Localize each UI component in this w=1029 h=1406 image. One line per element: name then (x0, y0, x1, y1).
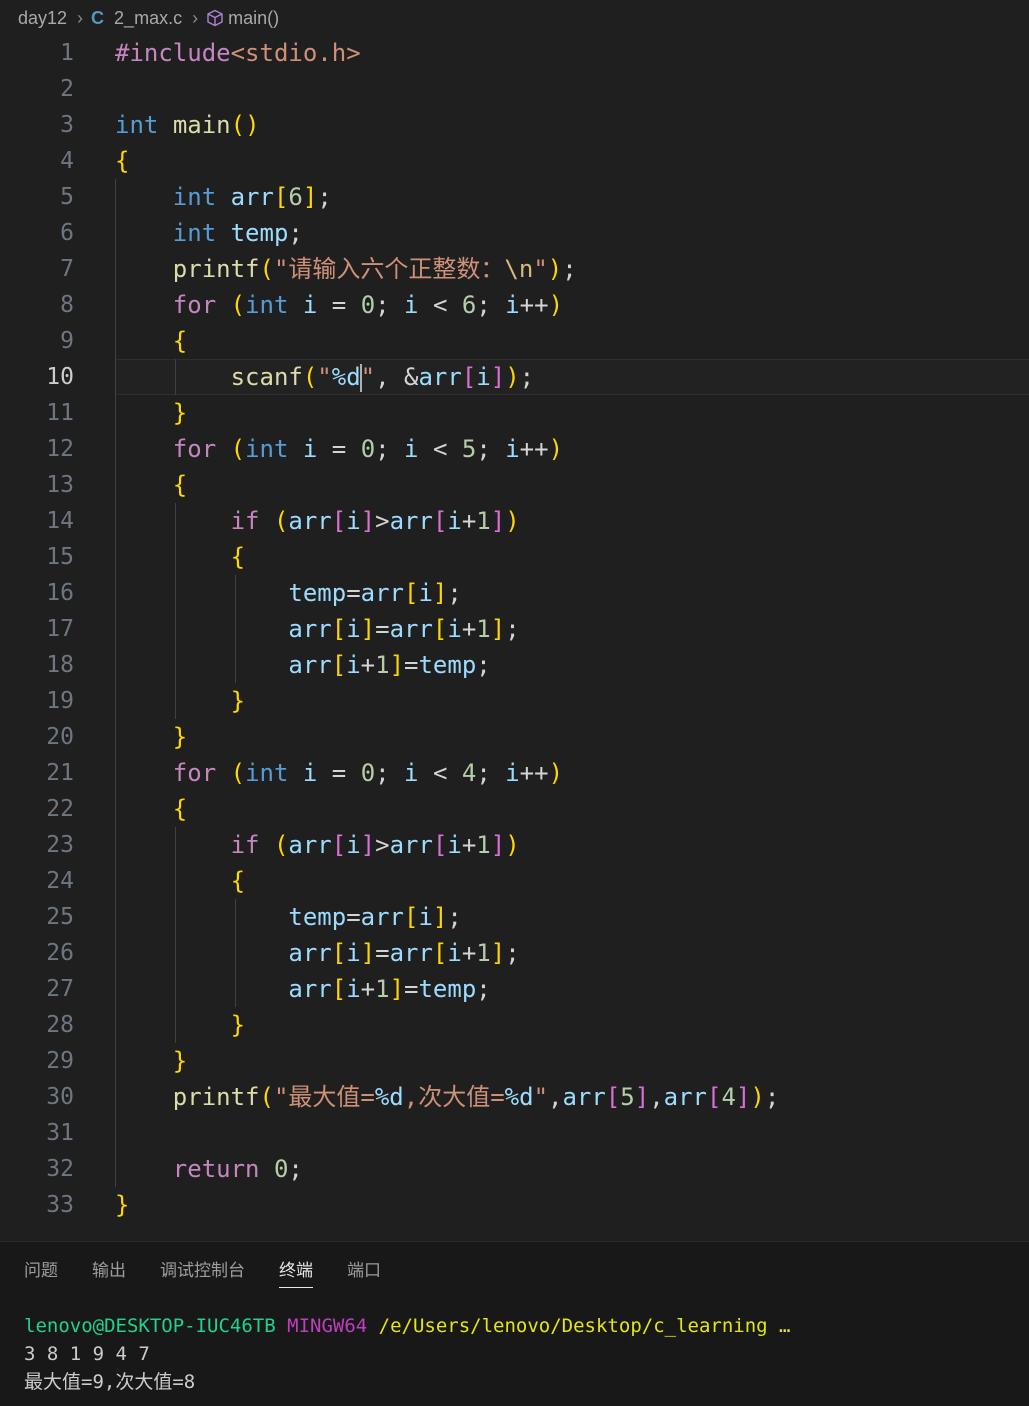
line-number: 4 (60, 148, 74, 174)
code-line[interactable]: arr[i]=arr[i+1]; (115, 935, 519, 971)
line-number: 32 (46, 1156, 74, 1182)
vscode-window: day12 › C 2_max.c › main() 1 2 3 4 5 6 7 8 9 10 11… (0, 0, 1029, 1406)
line-number: 30 (46, 1084, 74, 1110)
line-number: 3 (60, 112, 74, 138)
line-number: 16 (46, 580, 74, 606)
line-number: 2 (60, 76, 74, 102)
code-line[interactable]: } (115, 1187, 129, 1223)
line-number: 23 (46, 832, 74, 858)
terminal-user: lenovo@DESKTOP-IUC46TB (24, 1315, 276, 1337)
code-line[interactable]: arr[i+1]=temp; (115, 971, 490, 1007)
terminal-output[interactable]: lenovo@DESKTOP-IUC46TB MINGW64 /e/Users/… (24, 1312, 790, 1396)
code-line[interactable]: } (115, 395, 187, 431)
text-cursor (359, 364, 362, 392)
line-number: 19 (46, 688, 74, 714)
code-line[interactable]: scanf("%d", &arr[i]); (115, 359, 534, 395)
panel-tabs: 问题 输出 调试控制台 终端 端口 (24, 1256, 381, 1288)
line-number: 24 (46, 868, 74, 894)
chevron-right-icon: › (77, 7, 84, 28)
code-editor[interactable]: 1 2 3 4 5 6 7 8 9 10 11 12 13 14 15 16 17 18 19 20 21 22 23 24 2… (0, 35, 1029, 1225)
line-number: 33 (46, 1192, 74, 1218)
line-number: 1 (60, 40, 74, 66)
line-number: 20 (46, 724, 74, 750)
code-line[interactable]: #include<stdio.h> (115, 35, 361, 71)
code-line[interactable]: for (int i = 0; i < 5; i++) (115, 431, 563, 467)
code-line[interactable]: int arr[6]; (115, 179, 332, 215)
code-line[interactable]: { (115, 791, 187, 827)
bottom-panel: 问题 输出 调试控制台 终端 端口 lenovo@DESKTOP-IUC46TB… (0, 1241, 1029, 1406)
code-line[interactable]: } (115, 1007, 245, 1043)
code-line[interactable]: int main() (115, 107, 260, 143)
tab-debug-console[interactable]: 调试控制台 (160, 1256, 245, 1288)
line-number: 31 (46, 1120, 74, 1146)
line-number: 8 (60, 292, 74, 318)
line-number: 27 (46, 976, 74, 1002)
line-number: 13 (46, 472, 74, 498)
code-line[interactable]: temp=arr[i]; (115, 575, 461, 611)
breadcrumb: day12 › C 2_max.c › main() (0, 0, 1029, 36)
tab-problems[interactable]: 问题 (24, 1256, 58, 1288)
code-line[interactable]: printf("最大值=%d,次大值=%d",arr[5],arr[4]); (115, 1079, 779, 1115)
line-number: 17 (46, 616, 74, 642)
code-line[interactable]: if (arr[i]>arr[i+1]) (115, 827, 520, 863)
breadcrumb-file[interactable]: 2_max.c (114, 8, 182, 29)
tab-terminal[interactable]: 终端 (279, 1256, 313, 1288)
code-line[interactable]: arr[i+1]=temp; (115, 647, 490, 683)
terminal-output-line: 最大值=9,次大值=8 (24, 1371, 196, 1393)
code-line[interactable]: if (arr[i]>arr[i+1]) (115, 503, 520, 539)
breadcrumb-symbol[interactable]: main() (228, 8, 279, 29)
line-number: 12 (46, 436, 74, 462)
code-line[interactable]: { (115, 467, 187, 503)
line-number: 25 (46, 904, 74, 930)
line-number: 15 (46, 544, 74, 570)
code-line[interactable]: temp=arr[i]; (115, 899, 461, 935)
code-line[interactable]: return 0; (115, 1151, 303, 1187)
code-line[interactable]: { (115, 863, 245, 899)
code-line[interactable]: } (115, 683, 245, 719)
line-number: 14 (46, 508, 74, 534)
code-line[interactable]: printf("请输入六个正整数：\n"); (115, 251, 577, 287)
line-number: 11 (46, 400, 74, 426)
line-number: 22 (46, 796, 74, 822)
terminal-shell: MINGW64 (287, 1315, 368, 1337)
line-number: 6 (60, 220, 74, 246)
line-number: 29 (46, 1048, 74, 1074)
cube-icon (207, 9, 223, 27)
code-line[interactable]: } (115, 1043, 187, 1079)
code-line[interactable]: for (int i = 0; i < 4; i++) (115, 755, 563, 791)
line-number: 18 (46, 652, 74, 678)
line-number: 21 (46, 760, 74, 786)
terminal-path: /e/Users/lenovo/Desktop/c_learning … (378, 1315, 791, 1337)
terminal-input-line: 3 8 1 9 4 7 (24, 1343, 150, 1365)
chevron-right-icon: › (192, 7, 199, 28)
code-line[interactable]: { (115, 539, 245, 575)
line-number: 28 (46, 1012, 74, 1038)
line-number: 26 (46, 940, 74, 966)
c-file-icon: C (91, 7, 105, 28)
line-number: 7 (60, 256, 74, 282)
code-line[interactable]: { (115, 323, 187, 359)
code-line[interactable]: } (115, 719, 187, 755)
code-line[interactable]: int temp; (115, 215, 303, 251)
code-line[interactable]: arr[i]=arr[i+1]; (115, 611, 519, 647)
line-number: 10 (46, 364, 74, 390)
tab-ports[interactable]: 端口 (347, 1256, 381, 1288)
code-line[interactable]: for (int i = 0; i < 6; i++) (115, 287, 563, 323)
breadcrumb-folder[interactable]: day12 (18, 8, 67, 29)
line-number: 5 (60, 184, 74, 210)
line-number: 9 (60, 328, 74, 354)
tab-output[interactable]: 输出 (92, 1256, 126, 1288)
code-line[interactable]: { (115, 143, 129, 179)
